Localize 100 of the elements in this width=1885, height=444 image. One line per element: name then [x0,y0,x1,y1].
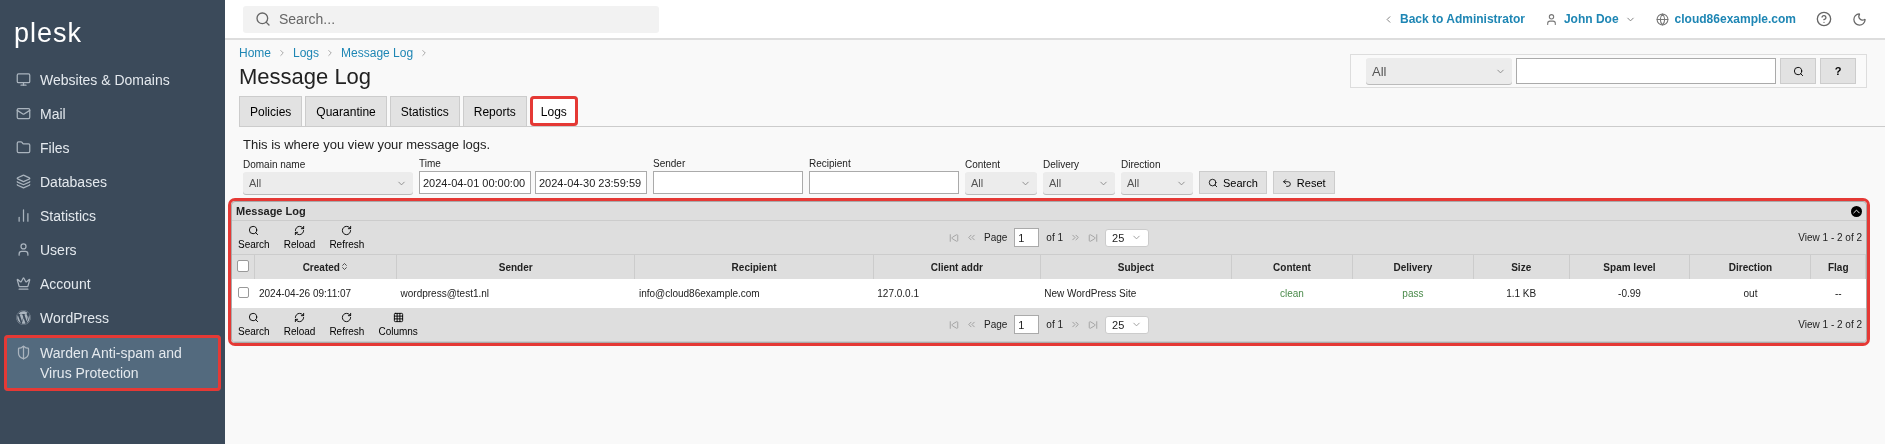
column-header[interactable]: Recipient [634,255,874,279]
sidebar-item[interactable]: Mail [0,97,225,131]
breadcrumb-link[interactable]: Home [239,46,271,60]
search-icon [255,11,271,27]
search-field[interactable]: Search... [243,5,659,33]
column-header[interactable]: Sender [396,255,635,279]
domain-link[interactable]: cloud86example.com [1655,12,1796,26]
page-input[interactable]: 1 [1014,315,1040,334]
toolbar-button[interactable]: Reload [281,225,318,250]
toolbar-button[interactable]: Refresh [327,225,367,250]
sidebar-item[interactable]: Files [0,131,225,165]
page-input[interactable]: 1 [1014,228,1040,247]
collapse-icon[interactable] [1851,205,1862,217]
undo-icon [1281,177,1292,188]
filter-button[interactable]: Search [1199,171,1267,194]
sort-icon[interactable] [339,261,349,271]
sidebar-item[interactable]: Databases [0,165,225,199]
filter-select[interactable]: All [965,172,1037,194]
column-header[interactable]: Spam level [1569,255,1690,279]
table-cell: pass [1352,279,1474,308]
filter-button[interactable]: Reset [1272,171,1335,194]
page-title: Message Log [239,64,372,90]
tab[interactable]: Statistics [389,96,460,126]
description: This is where you view your message logs. [243,137,492,152]
bar-chart-icon [16,208,31,223]
reload-icon [294,312,306,323]
layers-icon [16,174,31,189]
tab[interactable]: Logs [529,96,578,126]
column-header[interactable]: Delivery [1352,255,1474,279]
column-header[interactable]: Flag [1810,255,1866,279]
table-cell: -0.99 [1569,279,1690,308]
page-size-select[interactable]: 25 [1105,315,1150,334]
last-page-icon[interactable] [1088,319,1099,330]
filter-input[interactable] [653,171,803,194]
column-header[interactable]: Size [1473,255,1569,279]
column-header[interactable]: Content [1231,255,1353,279]
refresh-icon [341,312,353,323]
table-cell: New WordPress Site [1040,279,1232,308]
search-icon [248,225,260,236]
user-menu[interactable]: John Doe [1544,12,1636,26]
last-page-icon[interactable] [1088,232,1099,243]
date-field[interactable]: 2024-04-01 00:00:00 [419,171,531,194]
filter-select[interactable]: All [1121,172,1193,194]
help-icon[interactable] [1816,11,1832,27]
sidebar-item[interactable]: WordPress [0,301,225,335]
previous-page-icon[interactable] [966,232,977,243]
grid-icon [392,312,404,323]
sidebar-item[interactable]: Websites & Domains [0,63,225,97]
logo[interactable]: plesk [0,18,225,63]
toolbar-button[interactable]: Reload [281,312,318,337]
sidebar-item[interactable]: Statistics [0,199,225,233]
back-link[interactable]: Back to Administrator [1383,12,1525,26]
table-cell: out [1690,279,1811,308]
toolbar-button[interactable]: Refresh [327,312,367,337]
breadcrumb-link[interactable]: Message Log [341,46,414,60]
toolbar-button[interactable]: Columns [376,312,420,337]
date-field[interactable]: 2024-04-30 23:59:59 [535,171,647,194]
next-page-icon[interactable] [1070,232,1082,243]
sidebar-item[interactable]: Account [0,267,225,301]
page-size-select[interactable]: 25 [1105,228,1150,247]
filter-select[interactable]: All [1043,172,1115,194]
shield-icon [16,345,31,360]
column-header[interactable]: Direction [1690,255,1811,279]
quick-search-input[interactable] [1516,58,1776,84]
table-cell: 1.1 KB [1473,279,1569,308]
previous-page-icon[interactable] [966,319,977,330]
first-page-icon[interactable] [949,232,959,243]
first-page-icon[interactable] [949,319,959,330]
view-range: View 1 - 2 of 2 [1798,319,1862,330]
breadcrumb-link[interactable]: Logs [293,46,320,60]
refresh-icon [341,225,353,236]
column-header[interactable]: Subject [1040,255,1232,279]
view-range: View 1 - 2 of 2 [1798,232,1862,243]
page-label: Page [984,232,1008,243]
user-icon [1544,12,1558,26]
next-page-icon[interactable] [1070,319,1082,330]
column-header[interactable]: Created [255,255,397,279]
filter-input[interactable] [809,171,959,194]
table-cell: wordpress@test1.nl [396,279,635,308]
filter-label: Delivery [1043,159,1081,170]
tab[interactable]: Reports [462,96,527,126]
select-all-checkbox[interactable] [237,260,250,272]
tab[interactable]: Policies [239,96,303,126]
sidebar-item[interactable]: Users [0,233,225,267]
help-button[interactable]: ? [1820,58,1856,84]
toolbar-button[interactable]: Search [236,312,272,337]
filter-label: Time [419,158,442,169]
tab[interactable]: Quarantine [305,96,387,126]
moon-icon[interactable] [1852,11,1867,27]
column-header[interactable]: Client addr [873,255,1041,279]
panel-title: Message Log [236,205,306,217]
toolbar-button[interactable]: Search [236,225,272,250]
search-button[interactable] [1780,58,1816,84]
crown-icon [16,276,31,291]
filter-select[interactable]: All [243,172,413,194]
row-checkbox[interactable] [238,287,249,298]
search-icon [248,312,260,323]
page-count: of 1 [1046,319,1064,330]
sidebar-item[interactable]: Warden Anti-spam and Virus Protection [4,335,221,391]
scope-select[interactable]: All [1366,58,1512,84]
